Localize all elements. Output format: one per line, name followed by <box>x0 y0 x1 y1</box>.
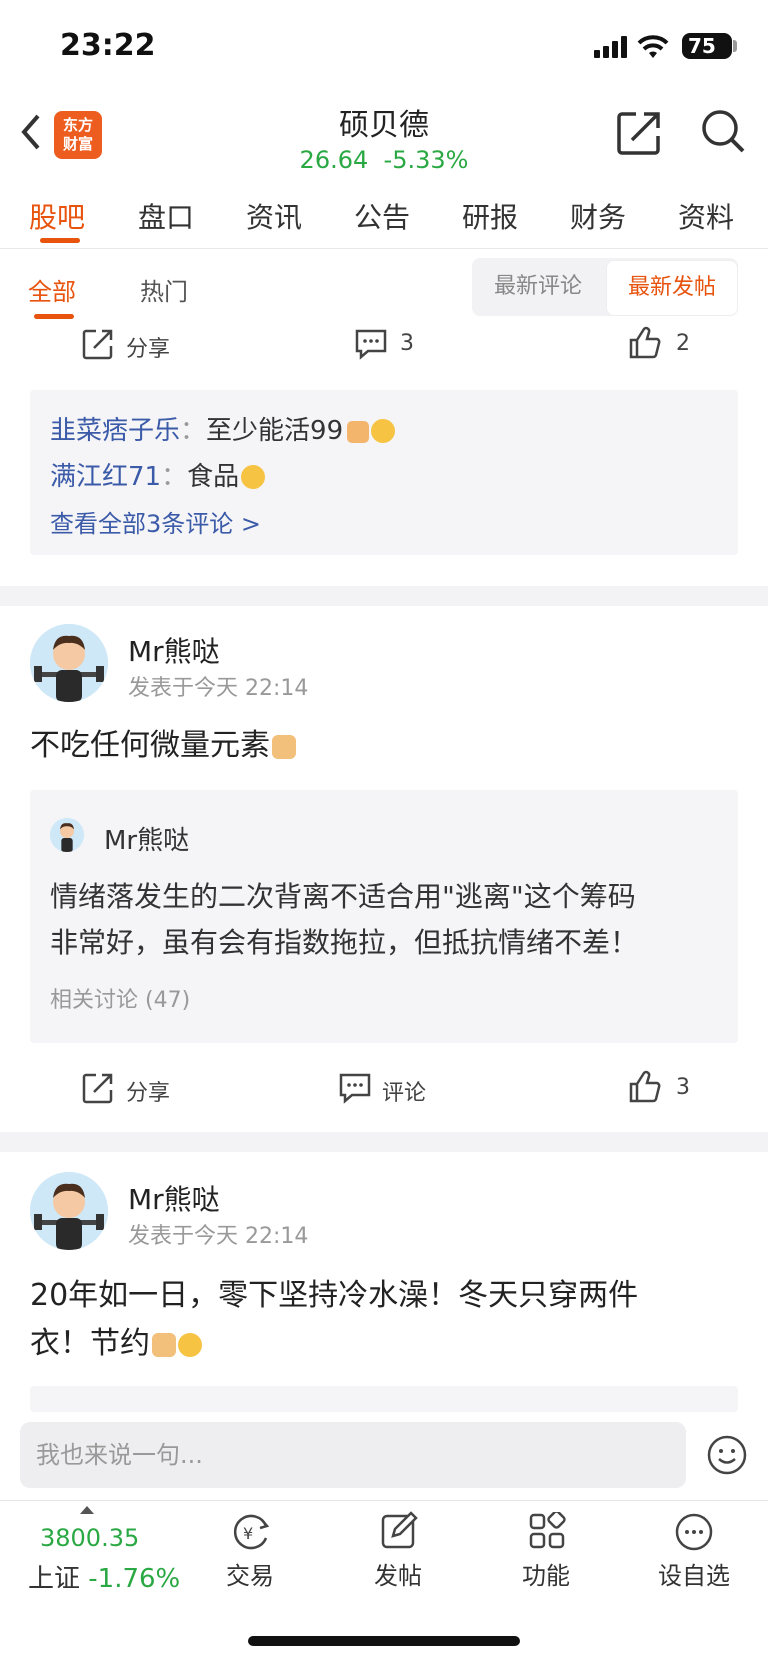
nav-post[interactable]: 发帖 <box>338 1556 458 1591</box>
related-discussion-link[interactable]: 相关讨论 (47) <box>50 982 190 1014</box>
nav-add-watchlist[interactable]: 设自选 <box>634 1556 754 1591</box>
emoji-icon[interactable] <box>706 1434 748 1476</box>
battery-nub <box>733 40 737 52</box>
post-time: 发表于今天 22:14 <box>128 676 309 701</box>
reply-input[interactable]: 我也来说一句... <box>20 1422 686 1488</box>
avatar-image <box>50 818 84 852</box>
share-icon[interactable] <box>82 1072 114 1104</box>
wifi-icon <box>637 35 669 58</box>
comment-user[interactable]: 满江红71 <box>50 462 161 492</box>
post-text-line: 衣！节约 <box>30 1326 150 1361</box>
svg-text:¥: ¥ <box>243 1524 253 1543</box>
index-value[interactable]: 3800.35 <box>40 1524 139 1552</box>
stock-price: 26.64 <box>299 146 369 174</box>
view-all-comments-link[interactable]: 查看全部3条评论 > <box>50 504 261 539</box>
post-content[interactable]: 衣！节约 <box>30 1320 202 1368</box>
quoted-post <box>30 1386 738 1412</box>
filter-hot[interactable]: 热门 <box>140 272 188 307</box>
comment-preview-item[interactable]: 满江红71：食品 <box>50 456 266 493</box>
sort-latest-comment[interactable]: 最新评论 <box>472 258 604 316</box>
search-icon[interactable] <box>700 108 746 154</box>
filter-all[interactable]: 全部 <box>28 272 76 307</box>
comment-preview-item[interactable]: 韭菜痞子乐：至少能活99 <box>50 410 396 447</box>
avatar[interactable] <box>30 1172 108 1250</box>
tab-finance[interactable]: 财务 <box>570 196 626 236</box>
index-ticker[interactable]: 上证 -1.76% <box>28 1558 180 1595</box>
grin-emoji-icon <box>371 419 396 443</box>
share-icon[interactable] <box>616 110 662 156</box>
index-name: 上证 <box>28 1564 81 1594</box>
post-text-line[interactable]: 20年如一日，零下坚持冷水澡！冬天只穿两件 <box>30 1272 638 1320</box>
comment-count[interactable]: 3 <box>400 331 414 356</box>
user-name[interactable]: Mr熊哒 <box>128 1178 220 1218</box>
thumbs-up-emoji-icon <box>347 421 370 443</box>
cellular-signal-icon <box>594 36 627 58</box>
avatar[interactable] <box>50 818 84 852</box>
tab-active-indicator <box>40 238 80 243</box>
comment-icon[interactable] <box>338 1072 372 1104</box>
tab-profile[interactable]: 资料 <box>678 196 734 236</box>
battery-indicator: 75 <box>682 33 732 59</box>
comment-text: 食品 <box>187 462 240 492</box>
tab-announcements[interactable]: 公告 <box>354 196 410 236</box>
avatar-image <box>30 1172 108 1250</box>
post-content[interactable]: 不吃任何微量元素 <box>30 722 296 770</box>
victory-hand-emoji-icon <box>272 735 296 759</box>
comment-user[interactable]: 韭菜痞子乐 <box>50 416 180 446</box>
quoted-text-line: 非常好，虽有会有指数拖拉，但抵抗情绪不差！ <box>50 926 639 959</box>
share-icon[interactable] <box>82 328 114 360</box>
post-time: 发表于今天 22:14 <box>128 1224 309 1249</box>
comment-button[interactable]: 评论 <box>382 1075 426 1107</box>
tab-research[interactable]: 研报 <box>462 196 518 236</box>
trade-icon[interactable]: ¥ <box>230 1512 272 1552</box>
sort-latest-post[interactable]: 最新发帖 <box>606 260 738 316</box>
grid-icon[interactable] <box>528 1512 566 1550</box>
home-indicator <box>248 1636 520 1646</box>
victory-hand-emoji-icon <box>152 1333 176 1357</box>
avatar[interactable] <box>30 624 108 702</box>
nav-trade[interactable]: 交易 <box>190 1556 310 1591</box>
post-text: 不吃任何微量元素 <box>30 728 270 763</box>
grin-emoji-icon <box>178 1333 202 1357</box>
quoted-text-line: 情绪落发生的二次背离不适合用"逃离"这个筹码 <box>50 880 636 913</box>
quoted-user-name[interactable]: Mr熊哒 <box>104 820 189 857</box>
thinking-emoji-icon <box>241 465 266 489</box>
thumbs-up-icon[interactable] <box>628 1070 662 1104</box>
thumbs-up-icon[interactable] <box>628 326 662 360</box>
comment-text: 至少能活99 <box>206 416 344 446</box>
comment-icon[interactable] <box>354 328 388 360</box>
nav-functions[interactable]: 功能 <box>486 1556 606 1591</box>
like-count[interactable]: 3 <box>676 1075 690 1100</box>
status-time: 23:22 <box>60 28 156 63</box>
compose-icon[interactable] <box>380 1510 418 1550</box>
comment-separator: ： <box>180 416 207 446</box>
index-change: -1.76% <box>88 1564 181 1594</box>
share-button[interactable]: 分享 <box>126 331 170 363</box>
more-icon[interactable] <box>674 1512 714 1552</box>
chevron-up-icon[interactable] <box>80 1506 94 1514</box>
user-name[interactable]: Mr熊哒 <box>128 630 220 670</box>
avatar-image <box>30 624 108 702</box>
tab-news[interactable]: 资讯 <box>246 196 302 236</box>
stock-change: -5.33% <box>383 146 469 174</box>
tab-pankou[interactable]: 盘口 <box>138 196 194 236</box>
like-count[interactable]: 2 <box>676 331 690 356</box>
comment-separator: ： <box>161 462 188 492</box>
share-button[interactable]: 分享 <box>126 1075 170 1107</box>
tab-guba[interactable]: 股吧 <box>29 196 85 236</box>
filter-active-indicator <box>34 314 74 319</box>
